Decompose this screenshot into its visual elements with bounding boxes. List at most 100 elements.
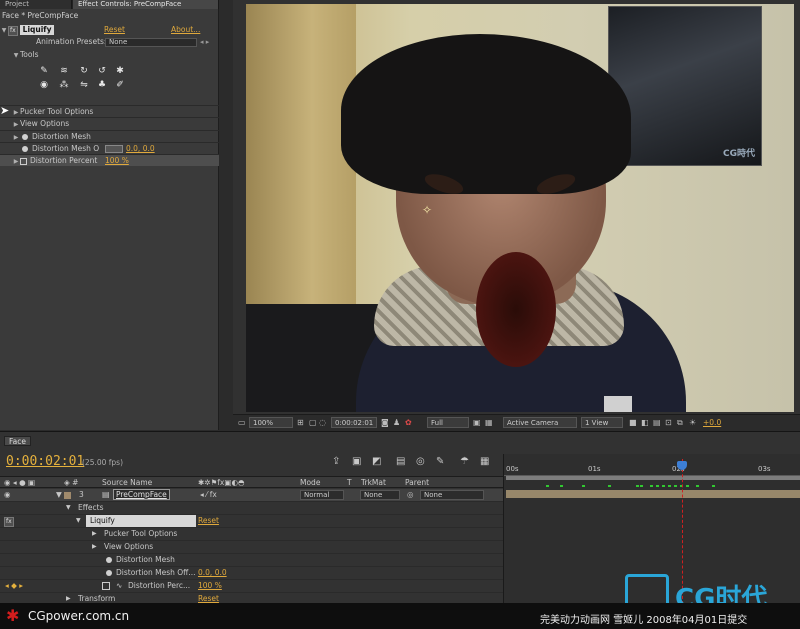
fx-toggle-icon[interactable]: fx	[8, 26, 18, 36]
expand-layer-triangle-icon[interactable]: ▼	[56, 489, 62, 501]
clone-tool-icon[interactable]: ♣	[96, 80, 108, 90]
view-options-row[interactable]: ▶ View Options	[0, 117, 219, 129]
keyframe-navigator-icon[interactable]: ◂ ◆ ▸	[5, 580, 23, 592]
region-of-interest-icon[interactable]: ▣	[473, 417, 481, 428]
distortion-mesh-row[interactable]: ▶ Distortion Mesh	[0, 130, 219, 142]
transparency-grid-icon[interactable]: ▦	[485, 417, 493, 428]
pucker-tool-icon[interactable]: ✱	[114, 66, 126, 76]
comp-flowchart-icon[interactable]: ⧉	[677, 417, 683, 428]
time-ruler[interactable]: 00s 01s 02s 03s	[504, 465, 800, 476]
layer-label-color[interactable]	[64, 492, 71, 499]
column-source-name[interactable]: Source Name	[102, 478, 152, 487]
reflection-tool-icon[interactable]: ⇋	[78, 80, 90, 90]
distortion-mesh-offset-timeline-value[interactable]: 0.0, 0.0	[198, 567, 227, 579]
av-features-icon[interactable]: ◉ ◂ ● ▣	[4, 478, 35, 487]
resolution-dropdown[interactable]: Full	[427, 417, 469, 428]
twirl-cw-tool-icon[interactable]: ↻	[78, 66, 90, 76]
layer-row[interactable]: ◉ ▼ 3 ▤ PreCompFace ◂ ⁄ fx Normal None ◎…	[0, 489, 503, 502]
layer-mode-dropdown[interactable]: Normal	[300, 490, 344, 500]
reconstruction-tool-icon[interactable]: ✐	[114, 80, 126, 90]
tab-face-comp[interactable]: Face	[4, 436, 31, 446]
shift-pixels-tool-icon[interactable]: ⁂	[58, 80, 70, 90]
exposure-reset-icon[interactable]: ☀	[689, 417, 696, 428]
brainstorm-icon[interactable]: ✎	[436, 456, 444, 467]
bloat-tool-icon[interactable]: ◉	[38, 80, 50, 90]
pick-whip-icon[interactable]: ◎	[407, 489, 414, 501]
label-column-icon[interactable]: ◈ #	[64, 478, 78, 487]
hide-shy-layers-icon[interactable]: ◩	[372, 456, 381, 467]
reset-link[interactable]: Reset	[104, 24, 125, 36]
safe-zones-icon[interactable]: ⊞	[297, 417, 304, 428]
auto-keyframe-icon[interactable]: ☂	[460, 456, 469, 467]
stopwatch-icon[interactable]	[22, 134, 28, 140]
switches-icon[interactable]: ✱✲⚑fx▣◐◓	[198, 478, 245, 487]
layer-trkmat-dropdown[interactable]: None	[360, 490, 400, 500]
mask-icon[interactable]: ◌	[319, 417, 326, 428]
pucker-options-row[interactable]: ▶ Pucker Tool Options	[0, 105, 219, 117]
fx-icon[interactable]: fx	[4, 515, 16, 527]
stopwatch-icon[interactable]	[104, 567, 116, 579]
column-parent[interactable]: Parent	[405, 478, 429, 487]
pixel-aspect-icon[interactable]: ■	[629, 417, 637, 428]
warp-tool-icon[interactable]: ✎	[38, 66, 50, 76]
preset-nav-icon[interactable]: ◂ ▸	[200, 36, 209, 48]
anchor-crosshair-icon[interactable]: ✧	[422, 203, 432, 217]
visibility-eye-icon[interactable]: ◉	[4, 489, 11, 501]
always-preview-icon[interactable]: ▭	[238, 417, 246, 428]
comp-mini-flowchart-icon[interactable]: ⇪	[332, 456, 340, 467]
liquify-reset-link[interactable]: Reset	[198, 515, 219, 527]
column-trkmat[interactable]: TrkMat	[361, 478, 386, 487]
pucker-triangle-icon[interactable]: ▶	[92, 528, 97, 540]
timeline-timecode[interactable]: 0:00:02:01	[6, 454, 84, 469]
frame-blending-icon[interactable]: ▤	[396, 456, 405, 467]
column-t[interactable]: T	[347, 478, 352, 487]
keyframe-toggle-icon[interactable]	[20, 157, 27, 165]
view-layout-dropdown[interactable]: 1 View	[581, 417, 623, 428]
exposure-value[interactable]: +0.0	[703, 417, 721, 428]
distortion-mesh-offset-timeline-row[interactable]: Distortion Mesh Off... 0.0, 0.0	[0, 567, 503, 580]
column-mode[interactable]: Mode	[300, 478, 320, 487]
liquify-triangle-icon[interactable]: ▼	[76, 515, 81, 527]
about-link[interactable]: About...	[171, 24, 200, 36]
motion-blur-icon[interactable]: ◎	[416, 456, 425, 467]
liquify-effect-label[interactable]: Liquify	[86, 515, 196, 527]
twirl-ccw-tool-icon[interactable]: ↺	[96, 66, 108, 76]
graph-icon[interactable]: ∿	[116, 580, 122, 592]
tab-project[interactable]: Project	[0, 0, 72, 9]
graph-editor-icon[interactable]: ▦	[480, 456, 489, 467]
grid-icon[interactable]: ▢	[309, 417, 317, 428]
distortion-percent-value[interactable]: 100 %	[105, 155, 129, 167]
distortion-percent-timeline-value[interactable]: 100 %	[198, 580, 222, 592]
zoom-dropdown[interactable]: 100%	[249, 417, 293, 428]
fast-previews-icon[interactable]: ◧	[641, 417, 649, 428]
snapshot-icon[interactable]: ◙	[381, 417, 389, 428]
liquify-effect-row[interactable]: fx ▼ Liquify Reset	[0, 515, 503, 528]
view-options-timeline-row[interactable]: ▶ View Options	[0, 541, 503, 554]
camera-dropdown[interactable]: Active Camera	[503, 417, 577, 428]
tools-triangle-icon[interactable]: ▼	[12, 50, 20, 62]
show-snapshot-icon[interactable]: ♟	[393, 417, 400, 428]
distortion-percent-timeline-row[interactable]: ◂ ◆ ▸ ∿ Distortion Perc... 100 %	[0, 580, 503, 593]
draft-3d-icon[interactable]: ▣	[352, 456, 361, 467]
stopwatch-icon[interactable]	[104, 554, 116, 566]
pucker-options-timeline-row[interactable]: ▶ Pucker Tool Options	[0, 528, 503, 541]
tab-effect-controls[interactable]: Effect Controls: PreCompFace	[73, 0, 219, 9]
view-options-triangle-icon[interactable]: ▶	[92, 541, 97, 553]
effect-name[interactable]: Liquify	[19, 25, 55, 35]
channel-icon[interactable]: ✿	[405, 417, 412, 428]
stopwatch-icon[interactable]	[22, 146, 28, 152]
effects-group-row[interactable]: ▼ Effects	[0, 502, 503, 515]
effects-triangle-icon[interactable]: ▼	[66, 502, 71, 514]
timeline-icon[interactable]: ▤	[653, 417, 661, 428]
layer-name[interactable]: PreCompFace	[113, 489, 170, 501]
animation-presets-dropdown[interactable]: None	[105, 38, 197, 47]
composition-viewer[interactable]: CG時代 ✧	[246, 4, 794, 412]
crosshair-picker-icon[interactable]	[105, 145, 123, 153]
layer-parent-dropdown[interactable]: None	[420, 490, 484, 500]
viewer-timecode[interactable]: 0:00:02:01	[331, 417, 377, 428]
flowchart-icon[interactable]: ⊡	[665, 417, 672, 428]
distortion-mesh-timeline-row[interactable]: Distortion Mesh	[0, 554, 503, 567]
layer-duration-bar[interactable]	[506, 490, 800, 498]
turbulence-tool-icon[interactable]: ≋	[58, 66, 70, 76]
work-area-bar[interactable]	[506, 476, 800, 480]
